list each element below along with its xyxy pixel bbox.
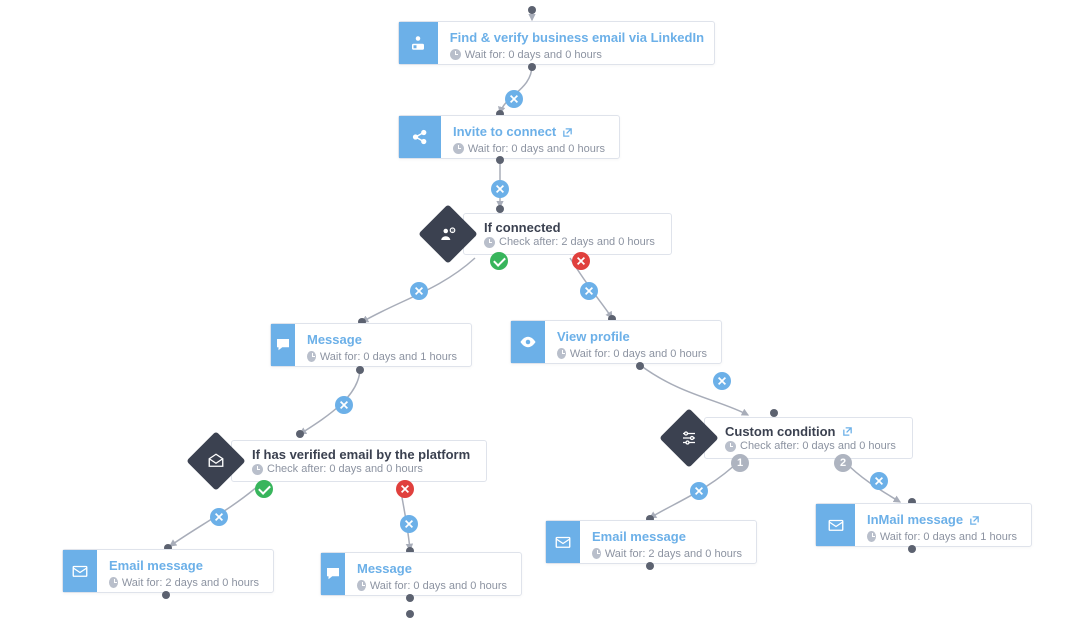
node-title: Find & verify business email via LinkedI… bbox=[450, 30, 704, 47]
node-if-connected[interactable]: ? If connected Check after: 2 days and 0… bbox=[427, 213, 672, 255]
node-wait: Check after: 0 days and 0 hours bbox=[740, 440, 896, 452]
node-title: Invite to connect bbox=[453, 124, 556, 141]
node-title: If has verified email by the platform bbox=[252, 447, 470, 462]
node-title: Email message bbox=[109, 558, 203, 575]
node-title: View profile bbox=[557, 329, 630, 346]
node-title: Message bbox=[307, 332, 362, 349]
mail-icon bbox=[816, 504, 855, 546]
clock-icon bbox=[867, 531, 876, 542]
svg-text:?: ? bbox=[451, 229, 453, 233]
node-title: Message bbox=[357, 561, 412, 578]
clock-icon bbox=[109, 577, 118, 588]
port bbox=[496, 156, 504, 164]
clock-icon bbox=[453, 143, 464, 154]
node-wait: Wait for: 0 days and 1 hours bbox=[880, 530, 1017, 544]
port bbox=[406, 610, 414, 618]
clock-icon bbox=[557, 348, 566, 359]
delete-edge-icon[interactable] bbox=[400, 515, 418, 533]
delete-edge-icon[interactable] bbox=[870, 472, 888, 490]
workflow-canvas[interactable]: Find & verify business email via LinkedI… bbox=[0, 0, 1066, 619]
branch-number: 1 bbox=[731, 454, 749, 472]
port bbox=[636, 362, 644, 370]
node-wait: Wait for: 2 days and 0 hours bbox=[122, 576, 259, 590]
chat-icon bbox=[271, 324, 295, 366]
port bbox=[496, 205, 504, 213]
branch-no-icon bbox=[572, 252, 590, 270]
node-wait: Check after: 0 days and 0 hours bbox=[267, 463, 423, 475]
port bbox=[646, 562, 654, 570]
node-view-profile[interactable]: View profile Wait for: 0 days and 0 hour… bbox=[510, 320, 722, 364]
eye-icon bbox=[511, 321, 545, 363]
node-invite[interactable]: Invite to connect Wait for: 0 days and 0… bbox=[398, 115, 620, 159]
linkedin-icon bbox=[399, 22, 438, 64]
clock-icon bbox=[252, 464, 263, 475]
delete-edge-icon[interactable] bbox=[210, 508, 228, 526]
node-email-yes[interactable]: Email message Wait for: 2 days and 0 hou… bbox=[62, 549, 274, 593]
node-wait: Wait for: 0 days and 0 hours bbox=[370, 579, 507, 593]
branch-yes-icon bbox=[490, 252, 508, 270]
clock-icon bbox=[592, 548, 601, 559]
clock-icon bbox=[307, 351, 316, 362]
share-icon bbox=[399, 116, 441, 158]
branch-number: 2 bbox=[834, 454, 852, 472]
delete-edge-icon[interactable] bbox=[491, 180, 509, 198]
node-if-verified[interactable]: If has verified email by the platform Ch… bbox=[195, 440, 487, 482]
port bbox=[528, 6, 536, 14]
port bbox=[296, 430, 304, 438]
node-title: Custom condition bbox=[725, 424, 836, 439]
delete-edge-icon[interactable] bbox=[580, 282, 598, 300]
mail-icon bbox=[546, 521, 580, 563]
port bbox=[908, 545, 916, 553]
mail-icon bbox=[63, 550, 97, 592]
node-custom-condition[interactable]: Custom condition Check after: 0 days and… bbox=[668, 417, 913, 459]
clock-icon bbox=[484, 237, 495, 248]
clock-icon bbox=[725, 441, 736, 452]
node-title: If connected bbox=[484, 220, 561, 235]
chat-icon bbox=[321, 553, 345, 595]
external-link-icon[interactable] bbox=[562, 127, 573, 138]
clock-icon bbox=[450, 49, 461, 60]
node-wait: Wait for: 2 days and 0 hours bbox=[605, 547, 742, 561]
branch-yes-icon bbox=[255, 480, 273, 498]
node-title: InMail message bbox=[867, 512, 963, 529]
port bbox=[770, 409, 778, 417]
delete-edge-icon[interactable] bbox=[713, 372, 731, 390]
external-link-icon[interactable] bbox=[969, 515, 980, 526]
node-title: Email message bbox=[592, 529, 686, 546]
port bbox=[528, 63, 536, 71]
port bbox=[356, 366, 364, 374]
node-wait: Wait for: 0 days and 0 hours bbox=[468, 142, 605, 156]
node-inmail[interactable]: InMail message Wait for: 0 days and 1 ho… bbox=[815, 503, 1032, 547]
delete-edge-icon[interactable] bbox=[690, 482, 708, 500]
node-find-email[interactable]: Find & verify business email via LinkedI… bbox=[398, 21, 715, 65]
node-wait: Wait for: 0 days and 0 hours bbox=[570, 347, 707, 361]
port bbox=[162, 591, 170, 599]
branch-no-icon bbox=[396, 480, 414, 498]
node-message-no[interactable]: Message Wait for: 0 days and 0 hours bbox=[320, 552, 522, 596]
port bbox=[406, 594, 414, 602]
node-wait: Check after: 2 days and 0 hours bbox=[499, 236, 655, 248]
node-wait: Wait for: 0 days and 1 hours bbox=[320, 350, 457, 364]
node-wait: Wait for: 0 days and 0 hours bbox=[465, 48, 602, 62]
delete-edge-icon[interactable] bbox=[505, 90, 523, 108]
clock-icon bbox=[357, 580, 366, 591]
delete-edge-icon[interactable] bbox=[410, 282, 428, 300]
delete-edge-icon[interactable] bbox=[335, 396, 353, 414]
node-message-yes[interactable]: Message Wait for: 0 days and 1 hours bbox=[270, 323, 472, 367]
external-link-icon[interactable] bbox=[842, 426, 853, 437]
node-email-2[interactable]: Email message Wait for: 2 days and 0 hou… bbox=[545, 520, 757, 564]
